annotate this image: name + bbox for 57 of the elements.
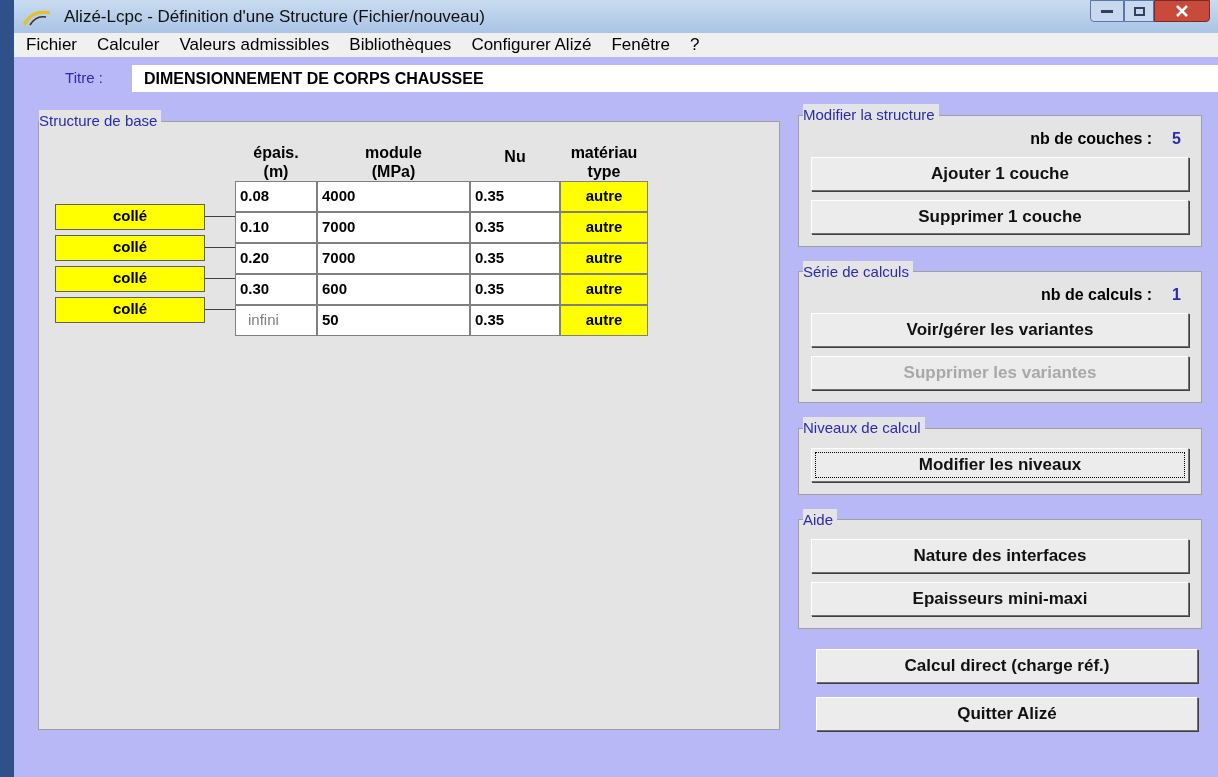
material-cell[interactable]: autre [560, 180, 648, 212]
menu-item[interactable]: Fichier [26, 32, 77, 58]
thickness-cell[interactable]: 0.08 [235, 180, 317, 212]
interface-tag[interactable]: collé [55, 296, 205, 323]
interface-tag[interactable]: collé [55, 203, 205, 230]
interface-tag[interactable]: collé [55, 234, 205, 261]
interface-tag[interactable]: collé [55, 265, 205, 292]
poisson-cell[interactable]: 0.35 [470, 211, 560, 243]
maximize-button[interactable] [1124, 0, 1154, 22]
column-header: Nu [503, 147, 527, 166]
connector-line [205, 309, 235, 310]
window-title: Alizé-Lcpc - Définition d'une Structure (Fichier/nouveau) [64, 5, 485, 28]
thickness-cell[interactable]: 0.20 [235, 242, 317, 274]
menu-item[interactable]: Configurer Alizé [471, 32, 592, 58]
modulus-cell[interactable]: 50 [317, 304, 470, 336]
menu-item[interactable]: Calculer [97, 32, 160, 58]
action-button[interactable]: Nature des interfaces [811, 539, 1189, 573]
action-button[interactable]: Modifier les niveaux [811, 447, 1189, 482]
modulus-cell[interactable]: 600 [317, 273, 470, 305]
poisson-cell[interactable]: 0.35 [470, 180, 560, 212]
modulus-cell[interactable]: 7000 [317, 242, 470, 274]
menu-item[interactable]: Bibliothèques [349, 32, 452, 58]
poisson-cell[interactable]: 0.35 [470, 242, 560, 274]
count-value: 5 [1172, 128, 1181, 149]
material-cell[interactable]: autre [560, 211, 648, 243]
close-icon [1176, 5, 1188, 17]
modulus-cell[interactable]: 7000 [317, 211, 470, 243]
modulus-cell[interactable]: 4000 [317, 180, 470, 212]
material-cell[interactable]: autre [560, 242, 648, 274]
material-cell[interactable]: autre [560, 273, 648, 305]
minimize-button[interactable] [1090, 0, 1124, 22]
connector-line [205, 278, 235, 279]
close-button[interactable] [1154, 0, 1210, 22]
action-button[interactable]: Supprimer 1 couche [811, 199, 1189, 234]
column-header: module (MPa) [364, 142, 423, 181]
action-button[interactable]: Ajouter 1 couche [811, 156, 1189, 191]
connector-line [205, 216, 235, 217]
count-value: 1 [1172, 285, 1181, 305]
action-button[interactable]: Calcul direct (charge réf.) [816, 649, 1198, 683]
action-button[interactable]: Voir/gérer les variantes [811, 313, 1189, 347]
thickness-cell[interactable]: 0.30 [235, 273, 317, 305]
thickness-cell[interactable]: infini [235, 304, 317, 336]
material-cell[interactable]: autre [560, 304, 648, 336]
menu-item[interactable]: Fenêtre [611, 32, 670, 58]
count-label: nb de calculs : [1040, 285, 1153, 305]
poisson-cell[interactable]: 0.35 [470, 304, 560, 336]
connector-line [205, 247, 235, 248]
poisson-cell[interactable]: 0.35 [470, 273, 560, 305]
menu-item[interactable]: Valeurs admissibles [179, 32, 330, 58]
action-button[interactable]: Epaisseurs mini-maxi [811, 582, 1189, 616]
column-header: épais. (m) [252, 142, 300, 181]
thickness-cell[interactable]: 0.10 [235, 211, 317, 243]
column-header: matériau type [569, 142, 639, 181]
action-button[interactable]: Quitter Alizé [816, 697, 1198, 731]
count-label: nb de couches : [1030, 128, 1153, 149]
title-field[interactable]: DIMENSIONNEMENT DE CORPS CHAUSSEE [132, 65, 1218, 92]
menu-item[interactable]: ? [690, 32, 700, 58]
